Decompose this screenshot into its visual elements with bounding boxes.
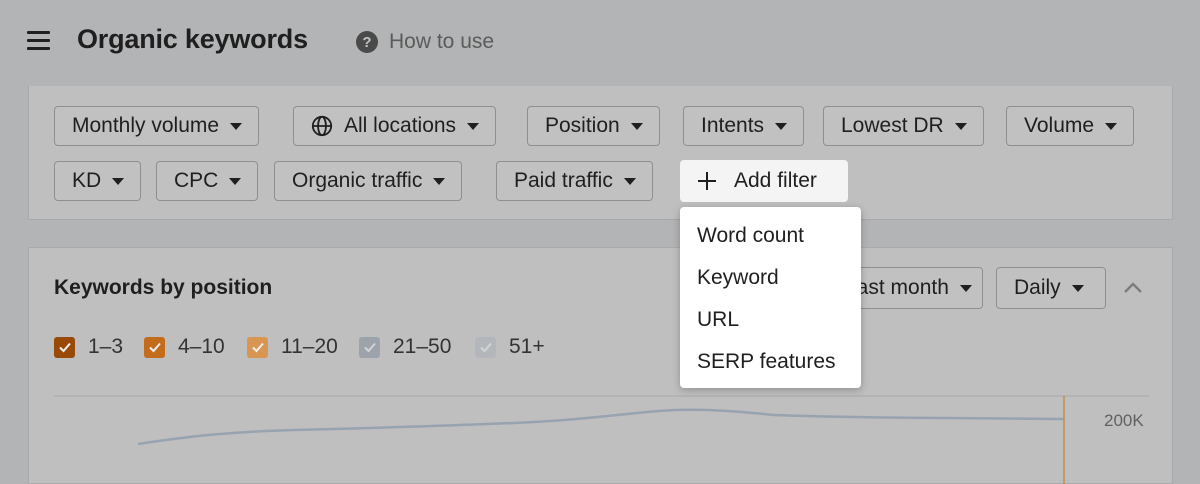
position-label: Position: [545, 114, 620, 137]
position-1-3-checkbox[interactable]: 1–3: [54, 335, 124, 358]
intents-label: Intents: [701, 114, 765, 137]
add-filter-button[interactable]: Add filter: [680, 160, 848, 202]
volume-filter[interactable]: Volume: [1006, 106, 1135, 146]
caret-down-icon: [954, 122, 967, 130]
caret-down-icon: [775, 122, 788, 130]
menu-item-word-count[interactable]: Word count: [697, 224, 804, 248]
checkbox-checked-icon: [247, 336, 268, 358]
menu-item-keyword[interactable]: Keyword: [697, 266, 779, 290]
chart-series-line: [137, 408, 1065, 446]
keywords-by-position-title: Keywords by position: [54, 276, 273, 299]
checkbox-checked-icon: [54, 336, 75, 358]
caret-down-icon: [433, 177, 446, 185]
chevron-up-icon[interactable]: [1122, 280, 1144, 296]
position-21-50-checkbox[interactable]: 21–50: [359, 335, 452, 358]
how-to-use-link[interactable]: ? How to use: [356, 29, 494, 55]
caret-down-icon: [229, 177, 242, 185]
organic-traffic-filter[interactable]: Organic traffic: [274, 161, 463, 201]
menu-item-url[interactable]: URL: [697, 308, 739, 332]
locations-label: All locations: [344, 114, 457, 137]
cpc-filter[interactable]: CPC: [156, 161, 259, 201]
position-range-label: 21–50: [393, 335, 452, 358]
position-4-10-checkbox[interactable]: 4–10: [144, 335, 225, 358]
y-axis-label: 200K: [1104, 411, 1144, 430]
caret-down-icon: [230, 122, 243, 130]
paid-traffic-label: Paid traffic: [514, 169, 613, 192]
cpc-label: CPC: [174, 169, 219, 192]
position-51-plus-checkbox[interactable]: 51+: [475, 335, 545, 358]
caret-down-icon: [623, 177, 636, 185]
caret-down-icon: [1105, 122, 1118, 130]
position-range-label: 4–10: [178, 335, 225, 358]
page-header: Organic keywords ? How to use: [0, 0, 1200, 84]
add-filter-label: Add filter: [734, 169, 817, 192]
volume-label: Volume: [1024, 114, 1095, 137]
how-to-use-label: How to use: [389, 30, 495, 53]
kd-filter[interactable]: KD: [54, 161, 142, 201]
position-range-label: 51+: [509, 335, 545, 358]
position-filter[interactable]: Position: [527, 106, 660, 146]
kd-label: KD: [72, 169, 102, 192]
lowest-dr-label: Lowest DR: [841, 114, 944, 137]
granularity-label: Daily: [1014, 276, 1061, 299]
caret-down-icon: [467, 122, 480, 130]
caret-down-icon: [112, 177, 125, 185]
organic-traffic-label: Organic traffic: [292, 169, 423, 192]
monthly-volume-filter[interactable]: Monthly volume: [54, 106, 260, 146]
plus-icon: [698, 172, 716, 190]
checkbox-checked-icon: [359, 336, 380, 358]
hamburger-menu-icon[interactable]: [27, 31, 50, 51]
caret-down-icon: [1071, 284, 1084, 292]
paid-traffic-filter[interactable]: Paid traffic: [496, 161, 653, 201]
lowest-dr-filter[interactable]: Lowest DR: [823, 106, 984, 146]
caret-down-icon: [959, 284, 972, 292]
caret-down-icon: [630, 122, 643, 130]
question-circle-icon: ?: [356, 31, 378, 53]
page-title: Organic keywords: [77, 24, 308, 54]
keywords-chart: [54, 395, 1149, 484]
globe-icon: [311, 115, 333, 137]
position-range-label: 11–20: [281, 335, 338, 358]
checkbox-checked-icon: [475, 336, 496, 358]
menu-item-serp-features[interactable]: SERP features: [697, 350, 836, 374]
locations-filter[interactable]: All locations: [293, 106, 497, 146]
monthly-volume-label: Monthly volume: [72, 114, 220, 137]
intents-filter[interactable]: Intents: [683, 106, 805, 146]
position-11-20-checkbox[interactable]: 11–20: [247, 335, 338, 358]
position-range-label: 1–3: [88, 335, 124, 358]
granularity-select[interactable]: Daily: [996, 267, 1106, 309]
add-filter-menu: Word count Keyword URL SERP features: [680, 207, 861, 388]
checkbox-checked-icon: [144, 336, 165, 358]
